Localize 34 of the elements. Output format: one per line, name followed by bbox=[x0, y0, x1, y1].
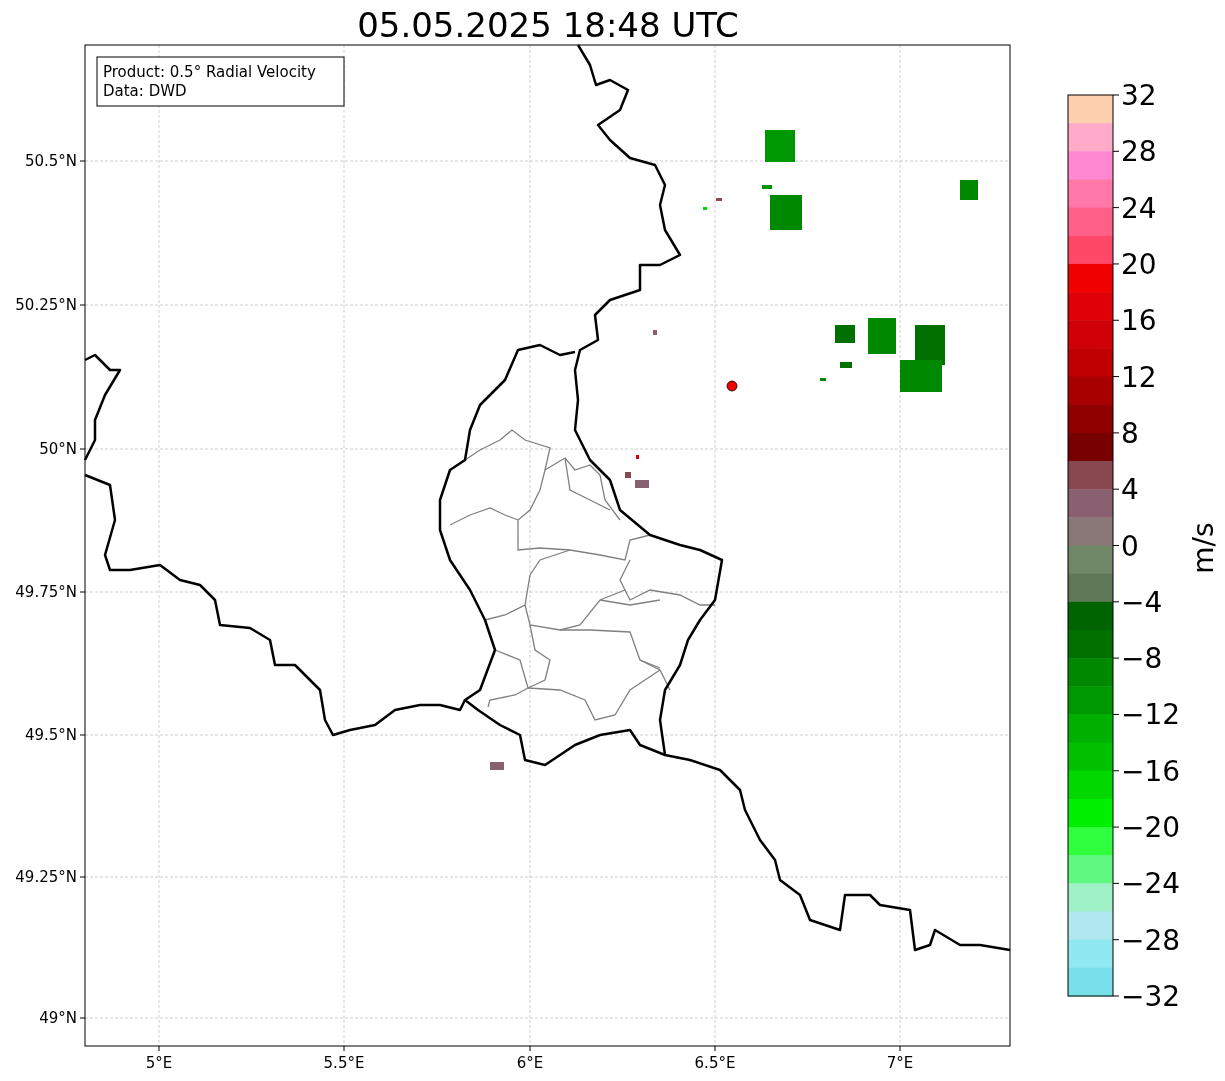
info-text: Product: 0.5° Radial Velocity bbox=[103, 63, 316, 81]
colorbar-tick-label: 12 bbox=[1121, 360, 1157, 394]
radar-site-marker bbox=[726, 380, 738, 392]
colorbar-tick-label: 8 bbox=[1121, 416, 1139, 450]
colorbar-tick-label: 32 bbox=[1121, 79, 1157, 112]
colorbar-tick-label: 0 bbox=[1121, 529, 1139, 563]
info-text: Data: DWD bbox=[103, 82, 187, 100]
longitude-label: 6°E bbox=[516, 1054, 544, 1072]
colorbar-tick-label: −8 bbox=[1121, 642, 1163, 676]
latitude-label: 50.5°N bbox=[24, 152, 77, 170]
colorbar-tick-label: 20 bbox=[1121, 247, 1157, 281]
longitude-label: 5.5°E bbox=[323, 1054, 365, 1072]
longitude-label: 5°E bbox=[145, 1054, 173, 1072]
latitude-label: 50.25°N bbox=[15, 296, 77, 314]
colorbar-unit-label: m/s bbox=[1187, 522, 1220, 574]
latitude-label: 50°N bbox=[39, 440, 77, 458]
colorbar-tick-label: −12 bbox=[1121, 698, 1181, 732]
colorbar-tick-label: −20 bbox=[1121, 811, 1181, 845]
latitude-label: 49.5°N bbox=[24, 726, 77, 744]
colorbar-tick-label: 24 bbox=[1121, 191, 1157, 225]
latitude-label: 49°N bbox=[39, 1009, 77, 1027]
colorbar-tick-label: 4 bbox=[1121, 473, 1139, 507]
colorbar-tick-label: 16 bbox=[1121, 304, 1157, 338]
colorbar-tick-label: −24 bbox=[1121, 867, 1181, 901]
latitude-label: 49.75°N bbox=[15, 583, 77, 601]
longitude-label: 6.5°E bbox=[694, 1054, 736, 1072]
colorbar-tick-label: −28 bbox=[1121, 923, 1181, 957]
colorbar-tick-label: −4 bbox=[1121, 585, 1163, 619]
chart-title: 05.05.2025 18:48 UTC bbox=[357, 5, 739, 45]
longitude-label: 7°E bbox=[886, 1054, 914, 1072]
colorbar-tick-label: 28 bbox=[1121, 135, 1157, 169]
colorbar-tick-label: −16 bbox=[1121, 754, 1181, 788]
latitude-label: 49.25°N bbox=[15, 868, 77, 886]
colorbar-tick-label: −32 bbox=[1121, 980, 1181, 1013]
